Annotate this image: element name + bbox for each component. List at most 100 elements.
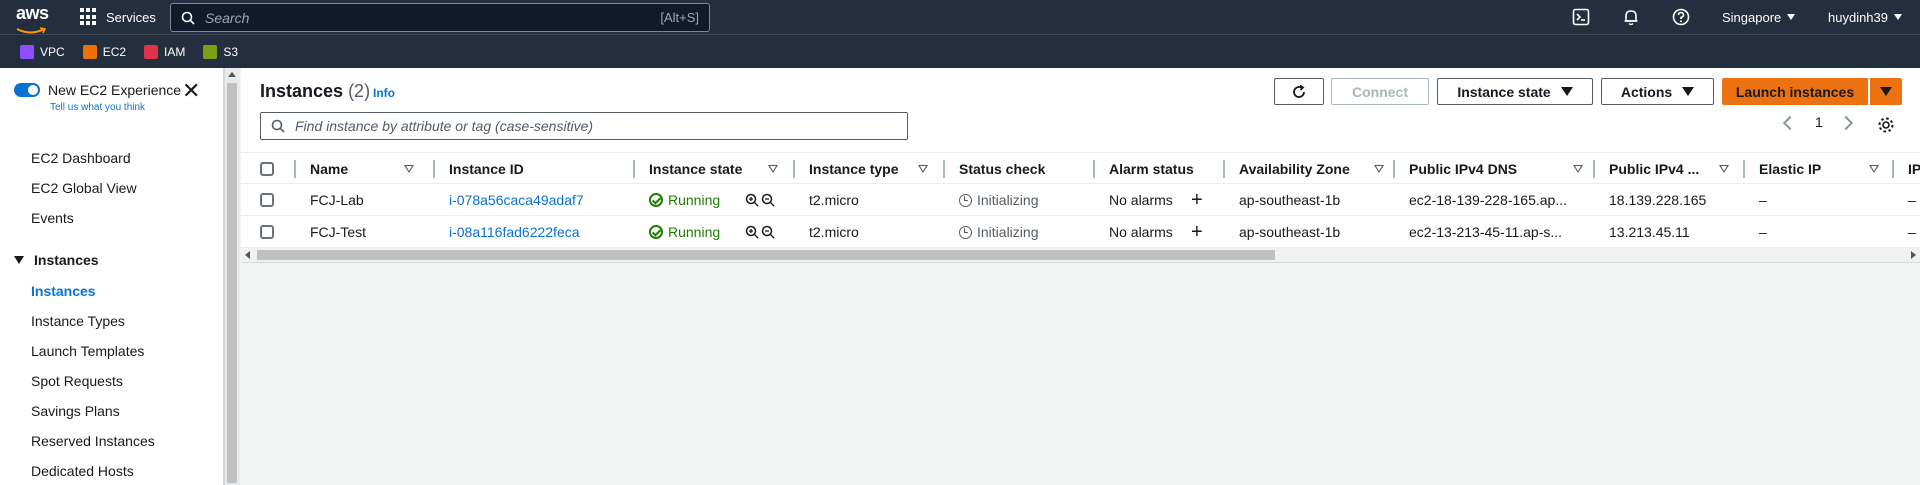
instance-type: t2.micro (809, 192, 859, 208)
launch-instances-button[interactable]: Launch instances (1722, 78, 1868, 105)
favorite-s3[interactable]: S3 (203, 44, 239, 59)
sidebar-item-launch-templates[interactable]: Launch Templates (31, 343, 144, 359)
column-header-instance-state[interactable]: Instance state (649, 153, 742, 185)
favorites-bar: VPC EC2 IAM S3 (0, 34, 1920, 68)
feedback-link[interactable]: Tell us what you think (50, 102, 145, 113)
table-horizontal-scrollbar[interactable] (241, 248, 1920, 262)
instance-id-link[interactable]: i-08a116fad6222feca (449, 216, 580, 248)
column-header-instance-id[interactable]: Instance ID (449, 153, 524, 185)
scroll-right-icon[interactable] (1911, 251, 1916, 259)
instances-panel: Instances (2) Info Connect Instance stat… (241, 68, 1920, 263)
scrollbar-thumb[interactable] (227, 83, 237, 483)
column-header-elastic-ip[interactable]: Elastic IP (1759, 153, 1821, 185)
availability-zone: ap-southeast-1b (1239, 192, 1341, 208)
instance-id-link[interactable]: i-078a56caca49adaf7 (449, 184, 584, 216)
zoom-out-icon[interactable] (761, 193, 775, 207)
add-alarm-icon[interactable]: + (1191, 184, 1203, 216)
column-header-availability-zone[interactable]: Availability Zone (1239, 153, 1350, 185)
ip: – (1908, 192, 1916, 208)
column-header-ip[interactable]: IP (1908, 153, 1920, 185)
column-label: Name (310, 161, 349, 177)
bell-icon[interactable] (1622, 8, 1640, 26)
sort-icon[interactable] (768, 153, 778, 185)
page-number[interactable]: 1 (1815, 114, 1823, 130)
column-header-name[interactable]: Name (310, 153, 348, 185)
sort-icon[interactable] (1573, 153, 1583, 185)
availability-zone: ap-southeast-1b (1239, 224, 1341, 240)
sidebar-item-ec2-global-view[interactable]: EC2 Global View (31, 180, 137, 196)
row-checkbox[interactable] (260, 225, 274, 239)
sidebar-item-ec2-dashboard[interactable]: EC2 Dashboard (31, 150, 131, 166)
search-shortcut: [Alt+S] (660, 10, 699, 25)
instance-name: FCJ-Lab (310, 192, 364, 208)
scroll-left-icon[interactable] (245, 251, 250, 259)
actions-button[interactable]: Actions (1601, 78, 1714, 105)
column-header-status-check[interactable]: Status check (959, 153, 1045, 185)
sidebar-item-dedicated-hosts[interactable]: Dedicated Hosts (31, 463, 134, 479)
favorite-label: S3 (223, 44, 239, 59)
scroll-up-icon[interactable] (228, 72, 236, 77)
favorite-label: VPC (40, 44, 65, 59)
instance-state-button[interactable]: Instance state (1437, 78, 1593, 105)
sidebar-scrollbar[interactable] (224, 68, 240, 485)
column-header-alarm-status[interactable]: Alarm status (1109, 153, 1194, 185)
page-title-text: Instances (260, 81, 344, 101)
column-header-public-ipv4-dns[interactable]: Public IPv4 DNS (1409, 153, 1517, 185)
column-header-public-ipv4[interactable]: Public IPv4 ... (1609, 153, 1699, 185)
sidebar-item-instances[interactable]: Instances (31, 283, 96, 299)
aws-logo[interactable]: aws (16, 4, 52, 34)
column-divider (1892, 160, 1894, 178)
find-instance-input[interactable]: Find instance by attribute or tag (case-… (260, 112, 908, 140)
close-icon[interactable]: ✕ (182, 80, 200, 102)
instance-name: FCJ-Test (310, 224, 366, 240)
status-check-label: Initializing (977, 192, 1039, 208)
public-ipv4: 18.139.228.165 (1609, 192, 1707, 208)
row-checkbox[interactable] (260, 193, 274, 207)
refresh-button[interactable] (1274, 78, 1324, 105)
favorite-iam[interactable]: IAM (144, 44, 185, 59)
table-row[interactable]: FCJ-Lab i-078a56caca49adaf7 Running t2.m… (241, 184, 1920, 216)
sidebar-item-reserved-instances[interactable]: Reserved Instances (31, 433, 155, 449)
sidebar-item-savings-plans[interactable]: Savings Plans (31, 403, 120, 419)
search-input[interactable]: Search [Alt+S] (170, 3, 710, 32)
scrollbar-thumb[interactable] (257, 250, 1275, 260)
sort-icon[interactable] (1374, 153, 1384, 185)
favorite-vpc[interactable]: VPC (20, 44, 65, 59)
sort-icon[interactable] (1869, 153, 1879, 185)
select-all-checkbox[interactable] (260, 162, 274, 176)
services-menu-button[interactable]: Services (80, 0, 156, 34)
column-divider (1093, 160, 1095, 178)
instance-state: Running (649, 184, 720, 216)
connect-button[interactable]: Connect (1331, 78, 1429, 105)
caret-down-icon (14, 256, 24, 264)
help-icon[interactable] (1672, 8, 1690, 26)
chevron-right-icon[interactable] (1838, 115, 1854, 131)
chevron-left-icon[interactable] (1782, 115, 1798, 131)
instance-count: (2) (348, 81, 371, 101)
favorite-ec2[interactable]: EC2 (82, 44, 126, 59)
zoom-in-icon[interactable] (745, 225, 759, 239)
new-experience-toggle[interactable] (14, 83, 40, 97)
zoom-out-icon[interactable] (761, 225, 775, 239)
sort-icon[interactable] (404, 153, 414, 185)
table-row[interactable]: FCJ-Test i-08a116fad6222feca Running t2.… (241, 216, 1920, 248)
cloudshell-icon[interactable] (1572, 8, 1590, 26)
sidebar-item-instance-types[interactable]: Instance Types (31, 313, 125, 329)
account-menu[interactable]: huydinh39 (1828, 0, 1902, 34)
column-header-instance-type[interactable]: Instance type (809, 153, 898, 185)
top-navigation: aws Services Search [Alt+S] Singapore hu… (0, 0, 1920, 34)
sidebar-section-instances[interactable]: Instances (14, 252, 99, 268)
column-divider (633, 160, 635, 178)
region-label: Singapore (1722, 9, 1782, 25)
sort-icon[interactable] (918, 153, 928, 185)
add-alarm-icon[interactable]: + (1191, 216, 1203, 248)
sidebar-item-spot-requests[interactable]: Spot Requests (31, 373, 123, 389)
region-selector[interactable]: Singapore (1722, 0, 1796, 34)
sort-icon[interactable] (1719, 153, 1729, 185)
check-circle-icon (649, 225, 663, 239)
sidebar-item-events[interactable]: Events (31, 210, 74, 226)
info-link[interactable]: Info (373, 86, 395, 100)
zoom-in-icon[interactable] (745, 193, 759, 207)
gear-icon[interactable] (1877, 116, 1895, 134)
launch-instances-dropdown[interactable] (1870, 78, 1902, 105)
